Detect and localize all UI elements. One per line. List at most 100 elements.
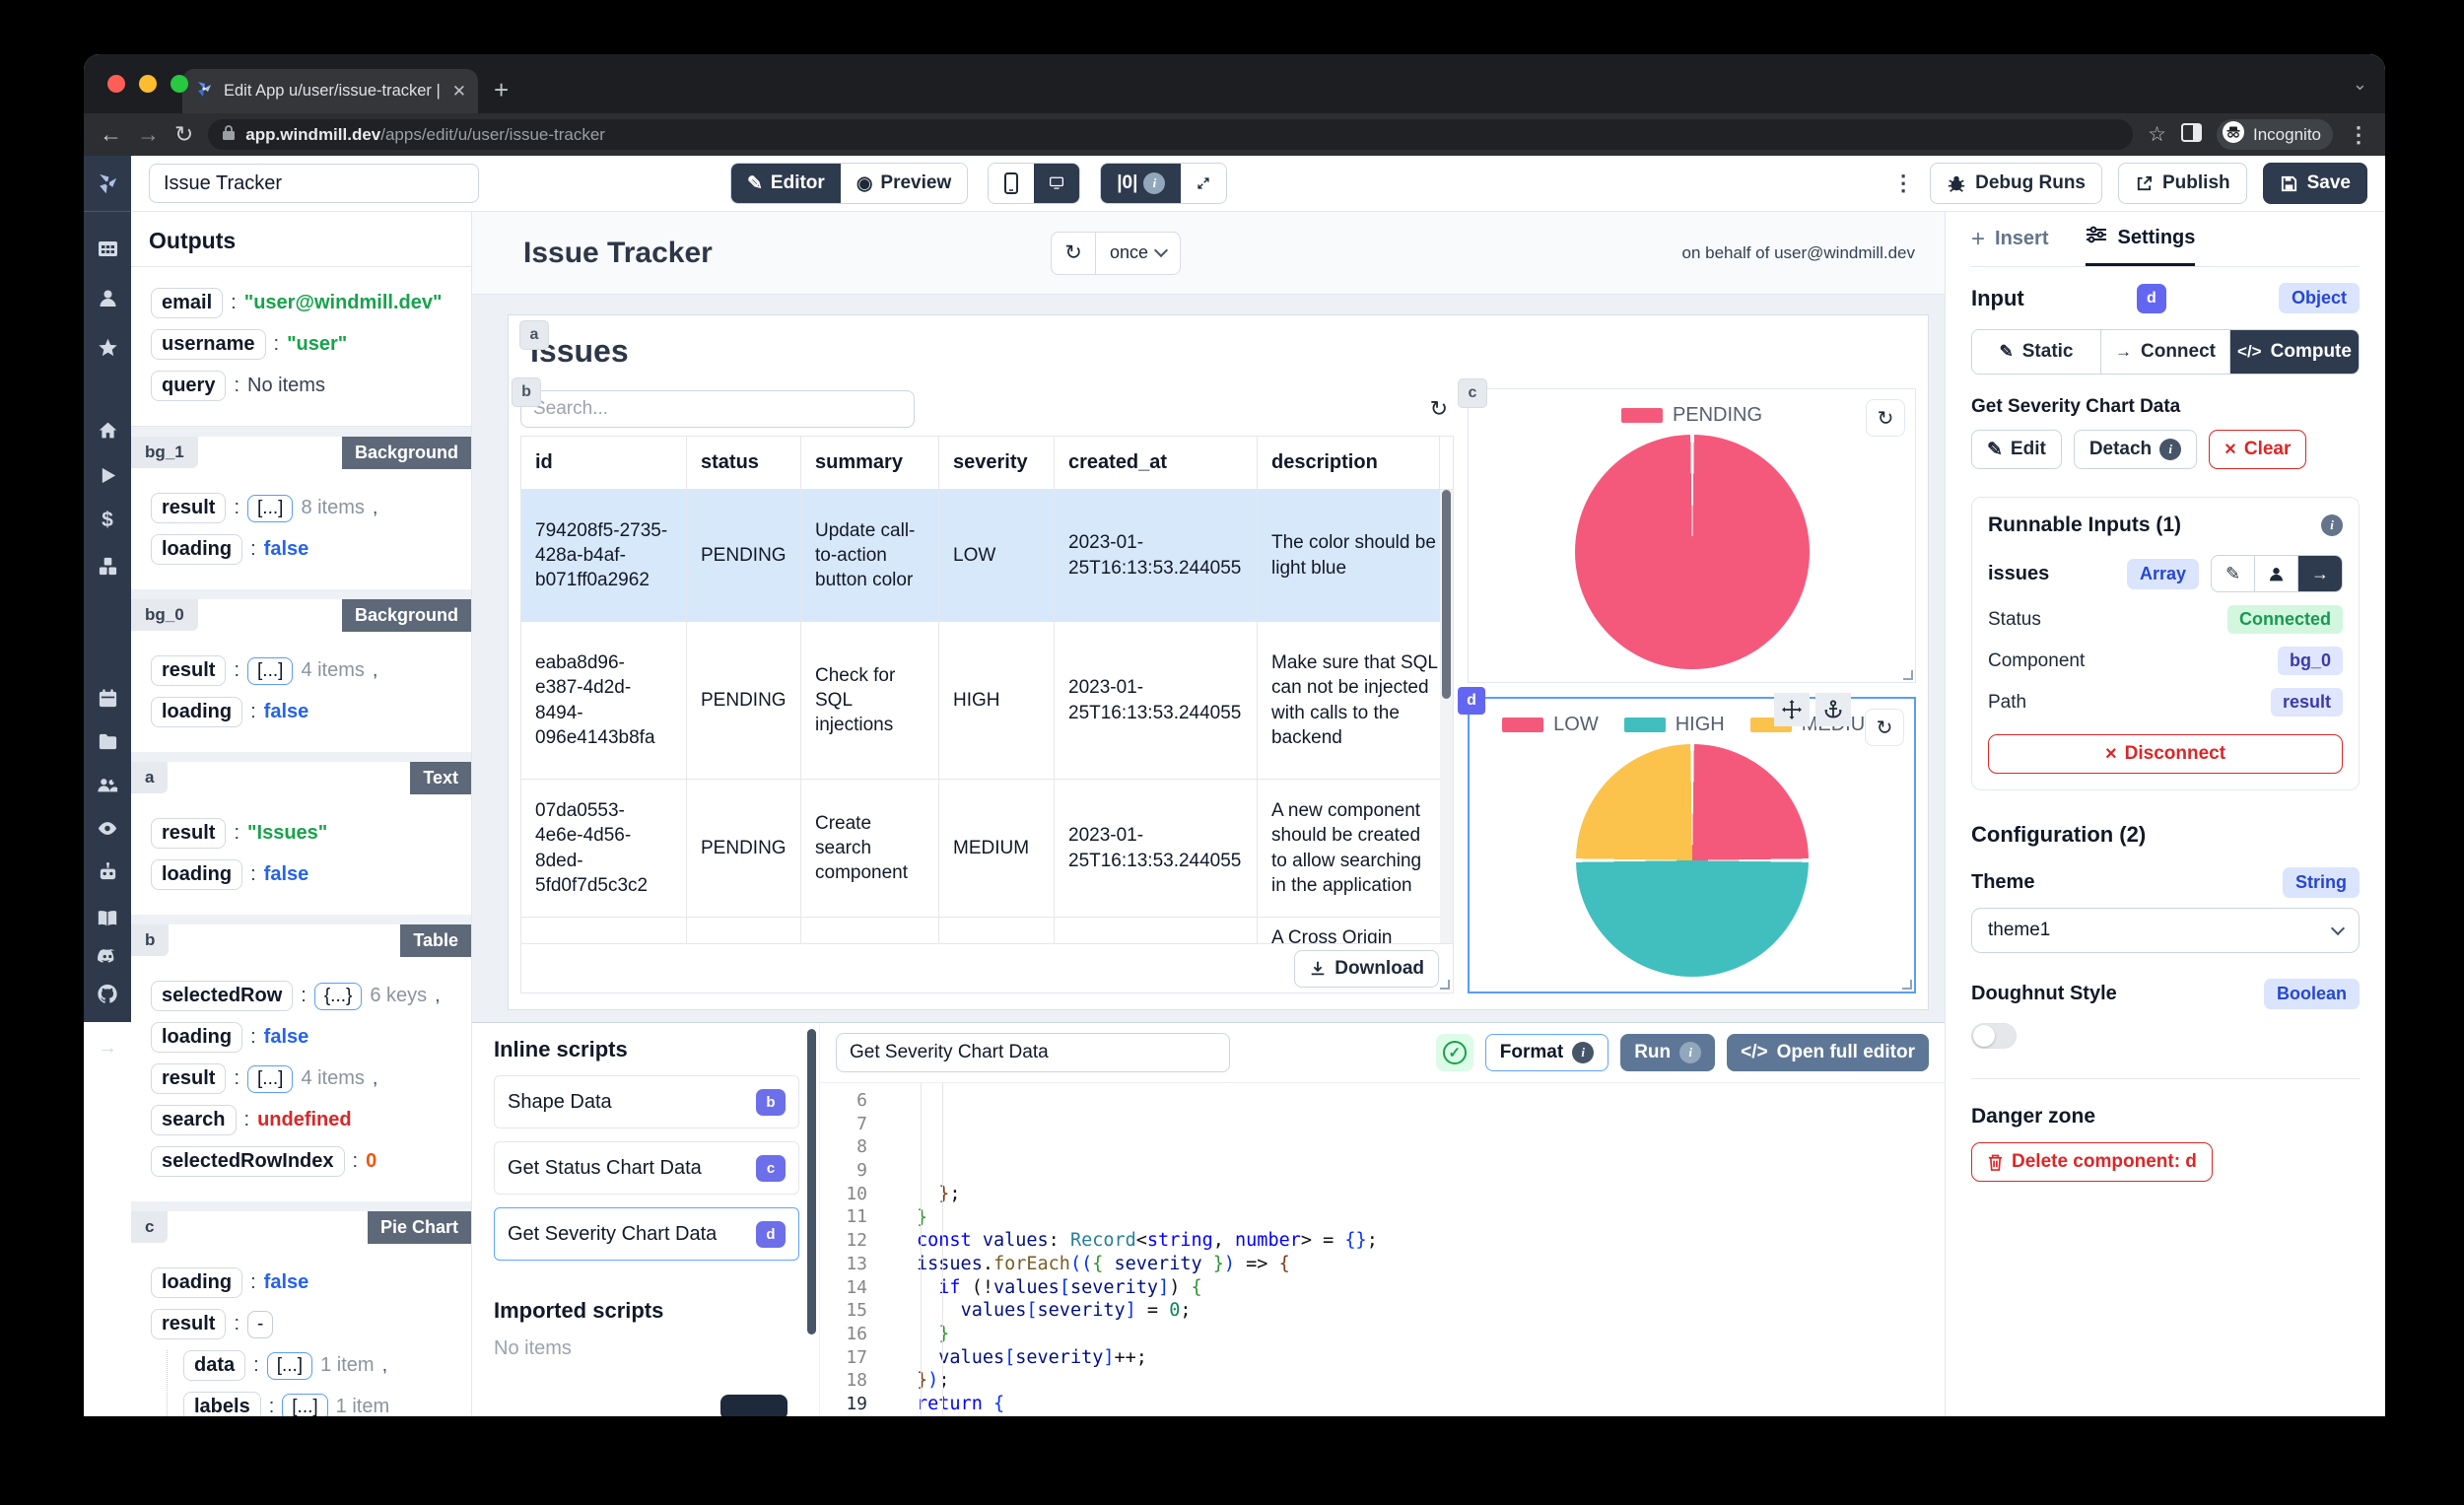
forward-icon[interactable]: → bbox=[137, 123, 160, 146]
variables-dollar-icon[interactable]: $ bbox=[97, 509, 118, 531]
move-icon[interactable] bbox=[1774, 693, 1810, 726]
column-header[interactable]: id bbox=[521, 437, 687, 489]
output-row[interactable]: loading: false bbox=[151, 1267, 455, 1298]
back-icon[interactable]: ← bbox=[100, 123, 122, 146]
open-full-editor-button[interactable]: </> Open full editor bbox=[1727, 1034, 1929, 1071]
runs-play-icon[interactable] bbox=[97, 464, 118, 486]
tab-insert[interactable]: + Insert bbox=[1971, 212, 2048, 266]
output-key[interactable]: result bbox=[151, 818, 227, 849]
table-row[interactable]: 07da0553-4e6e-4d56-8ded-5fd0f7d5c3c2 PEND… bbox=[521, 780, 1453, 918]
download-button[interactable]: Download bbox=[1294, 949, 1439, 988]
refresh-app-button[interactable]: ↻ bbox=[1051, 231, 1096, 275]
output-expand-box[interactable]: [...] bbox=[247, 494, 294, 522]
component-id-tag[interactable]: bg_0 bbox=[131, 599, 198, 631]
clear-button[interactable]: × Clear bbox=[2209, 430, 2307, 469]
component-d-chip[interactable]: d bbox=[1458, 687, 1485, 715]
user-icon[interactable] bbox=[97, 287, 118, 308]
component-id-tag[interactable]: bg_1 bbox=[131, 437, 198, 468]
component-id-tag[interactable]: a bbox=[131, 762, 169, 793]
edit-button[interactable]: ✎ Edit bbox=[1971, 430, 2062, 469]
output-key[interactable]: selectedRow bbox=[151, 981, 294, 1011]
theme-select[interactable]: theme1 bbox=[1971, 908, 2360, 953]
workers-robot-icon[interactable] bbox=[97, 860, 118, 882]
runnable-input-value[interactable]: bg_0 bbox=[2277, 647, 2343, 675]
user-input-icon[interactable] bbox=[2255, 556, 2298, 591]
mode-connect[interactable]: → Connect bbox=[2101, 330, 2230, 374]
browser-tab[interactable]: Edit App u/user/issue-tracker | ✕ bbox=[182, 69, 478, 113]
close-window-button[interactable] bbox=[107, 75, 125, 93]
table-search-input[interactable] bbox=[520, 390, 915, 428]
component-b-chip[interactable]: b bbox=[513, 378, 540, 406]
maximize-window-button[interactable] bbox=[171, 75, 188, 93]
resize-handle[interactable] bbox=[1902, 980, 1912, 990]
tab-search-chevron-icon[interactable]: ⌄ bbox=[2353, 74, 2367, 95]
output-row[interactable]: result: [...] 4 items, bbox=[151, 655, 455, 686]
output-key[interactable]: result bbox=[151, 655, 227, 686]
legend-item[interactable]: HIGH bbox=[1623, 714, 1725, 736]
schedules-calendar-icon[interactable] bbox=[97, 687, 118, 709]
column-header[interactable]: status bbox=[687, 437, 801, 489]
anchor-icon[interactable] bbox=[1815, 693, 1851, 726]
output-key[interactable]: loading bbox=[151, 859, 243, 890]
detach-button[interactable]: Detach i bbox=[2073, 430, 2198, 469]
preview-tab[interactable]: ◉ Preview bbox=[840, 164, 968, 203]
output-row[interactable]: username: "user" bbox=[151, 329, 455, 360]
delete-component-button[interactable]: Delete component: d bbox=[1971, 1142, 2213, 1182]
resources-cubes-icon[interactable] bbox=[97, 555, 118, 577]
output-key[interactable]: loading bbox=[151, 1022, 243, 1053]
desktop-view-button[interactable] bbox=[1034, 164, 1080, 203]
groups-icon[interactable] bbox=[97, 774, 118, 795]
component-a-text[interactable]: a Issues bbox=[520, 321, 1916, 376]
scripts-scrollbar[interactable] bbox=[807, 1029, 816, 1334]
url-bar[interactable]: app.windmill.dev/apps/edit/u/user/issue-… bbox=[208, 119, 2134, 150]
column-header[interactable]: summary bbox=[801, 437, 939, 489]
output-row[interactable]: query: No items bbox=[151, 371, 455, 401]
output-key[interactable]: result bbox=[151, 1063, 227, 1094]
output-row[interactable]: loading: false bbox=[151, 859, 455, 890]
reload-icon[interactable]: ↻ bbox=[174, 123, 193, 146]
hide-schema-button[interactable]: |0| i bbox=[1101, 164, 1182, 203]
github-icon[interactable] bbox=[97, 983, 118, 1004]
docs-book-icon[interactable] bbox=[97, 908, 118, 929]
output-expand-box[interactable]: [...] bbox=[247, 1064, 294, 1093]
format-button[interactable]: Format i bbox=[1484, 1034, 1609, 1071]
inline-script-item[interactable]: Get Severity Chart Data d bbox=[494, 1207, 799, 1261]
output-row[interactable]: selectedRow: {...} 6 keys, bbox=[151, 981, 455, 1011]
mobile-view-button[interactable] bbox=[989, 164, 1035, 203]
app-name-input[interactable] bbox=[149, 164, 479, 203]
run-button[interactable]: Run i bbox=[1620, 1034, 1716, 1071]
tab-settings[interactable]: Settings bbox=[2086, 212, 2196, 266]
output-expand-box[interactable]: {...} bbox=[313, 982, 363, 1010]
output-row[interactable]: search: undefined bbox=[151, 1105, 455, 1135]
chart-d-refresh-icon[interactable]: ↻ bbox=[1865, 709, 1904, 746]
script-name-input[interactable] bbox=[836, 1033, 1230, 1072]
chart-c-refresh-icon[interactable]: ↻ bbox=[1866, 399, 1905, 437]
expand-icon[interactable] bbox=[1181, 164, 1227, 203]
more-options-icon[interactable]: ⋮ bbox=[1892, 171, 1914, 196]
output-row[interactable]: loading: false bbox=[151, 697, 455, 727]
table-refresh-icon[interactable]: ↻ bbox=[1430, 396, 1448, 422]
column-header[interactable]: severity bbox=[939, 437, 1055, 489]
audit-eye-icon[interactable] bbox=[97, 817, 118, 839]
debug-runs-button[interactable]: Debug Runs bbox=[1930, 163, 2102, 204]
info-icon[interactable]: i bbox=[2321, 514, 2343, 536]
output-expand-box[interactable]: [...] bbox=[266, 1351, 313, 1380]
app-grid[interactable]: a Issues b ↻ bbox=[508, 314, 1929, 1010]
output-key[interactable]: username bbox=[151, 329, 266, 360]
output-key[interactable]: selectedRowIndex bbox=[151, 1146, 345, 1177]
output-row[interactable]: loading: false bbox=[151, 534, 455, 565]
component-id-tag[interactable]: b bbox=[131, 924, 170, 956]
output-key[interactable]: loading bbox=[151, 534, 243, 565]
minimize-window-button[interactable] bbox=[139, 75, 157, 93]
mode-static[interactable]: ✎ Static bbox=[1972, 330, 2101, 374]
output-key[interactable]: result bbox=[151, 493, 227, 523]
legend-item[interactable]: PENDING bbox=[1620, 404, 1762, 427]
runnable-input-value[interactable]: Connected bbox=[2226, 605, 2343, 634]
output-key[interactable]: labels bbox=[183, 1392, 261, 1416]
collapse-rail-arrow-icon[interactable]: → bbox=[97, 1037, 118, 1059]
window-controls[interactable] bbox=[107, 75, 188, 93]
component-d-pie-chart[interactable]: d ↻ LOWHIGHMEDIUM bbox=[1458, 687, 1916, 993]
resize-handle[interactable] bbox=[1440, 980, 1450, 990]
output-key[interactable]: search bbox=[151, 1105, 237, 1135]
browser-menu-icon[interactable]: ⋮ bbox=[2348, 122, 2369, 148]
